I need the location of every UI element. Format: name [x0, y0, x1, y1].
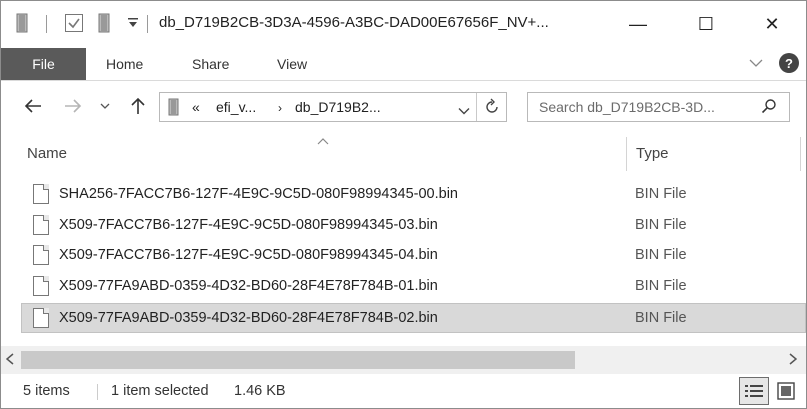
column-header-row: Name Type	[1, 133, 806, 173]
tab-view[interactable]: View	[277, 48, 307, 80]
file-row-selected[interactable]: X509-77FA9ABD-0359-4D32-BD60-28F4E78F784…	[21, 303, 806, 333]
scrollbar-thumb[interactable]	[21, 351, 575, 369]
ribbon: File Home Share View ?	[1, 47, 806, 81]
back-arrow-icon[interactable]	[21, 94, 45, 118]
status-bar: 5 items 1 item selected 1.46 KB	[1, 374, 806, 408]
folder-icon[interactable]	[15, 12, 31, 34]
scroll-left-arrow-icon[interactable]	[5, 353, 14, 368]
file-icon	[33, 308, 49, 328]
tab-file[interactable]: File	[1, 48, 86, 80]
recent-locations-chevron-icon[interactable]	[97, 94, 113, 118]
breadcrumb-overflow[interactable]: «	[192, 99, 200, 115]
search-box[interactable]: Search db_D719B2CB-3D...	[527, 92, 790, 122]
minimize-button[interactable]: —	[615, 1, 661, 47]
horizontal-scrollbar[interactable]	[1, 346, 806, 374]
up-arrow-icon[interactable]	[126, 94, 150, 118]
file-type: BIN File	[635, 186, 687, 202]
file-name: SHA256-7FACC7B6-127F-4E9C-9C5D-080F98994…	[59, 186, 458, 202]
file-icon	[33, 245, 49, 265]
status-size: 1.46 KB	[234, 383, 286, 399]
title-bar: db_D719B2CB-3D3A-4596-A3BC-DAD00E67656F_…	[1, 1, 806, 47]
file-row[interactable]: X509-77FA9ABD-0359-4D32-BD60-28F4E78F784…	[21, 271, 806, 301]
file-icon	[33, 215, 49, 235]
breadcrumb-segment-efi[interactable]: efi_v...	[216, 99, 256, 115]
column-divider[interactable]	[800, 137, 801, 171]
refresh-icon[interactable]	[484, 98, 500, 119]
file-icon	[33, 184, 49, 204]
scroll-right-arrow-icon[interactable]	[789, 353, 798, 368]
breadcrumb-chevron-icon[interactable]: ›	[278, 101, 282, 115]
details-view-icon[interactable]	[739, 377, 769, 405]
file-name: X509-77FA9ABD-0359-4D32-BD60-28F4E78F784…	[59, 278, 438, 294]
search-input[interactable]: Search db_D719B2CB-3D...	[539, 99, 715, 115]
address-divider	[476, 93, 477, 121]
sort-ascending-icon	[317, 134, 329, 148]
properties-icon[interactable]	[63, 12, 85, 34]
status-divider	[97, 384, 98, 400]
file-name: X509-7FACC7B6-127F-4E9C-9C5D-080F9899434…	[59, 247, 438, 263]
tab-home[interactable]: Home	[106, 48, 143, 80]
column-divider[interactable]	[626, 137, 627, 171]
window-title: db_D719B2CB-3D3A-4596-A3BC-DAD00E67656F_…	[159, 14, 549, 31]
expand-ribbon-chevron-icon[interactable]	[749, 55, 763, 71]
file-type: BIN File	[635, 247, 687, 263]
new-folder-icon[interactable]	[97, 12, 113, 34]
title-divider	[147, 15, 148, 33]
address-bar[interactable]: « efi_v... › db_D719B2...	[159, 92, 507, 122]
explorer-window: db_D719B2CB-3D3A-4596-A3BC-DAD00E67656F_…	[0, 0, 807, 409]
file-type: BIN File	[635, 217, 687, 233]
file-row[interactable]: X509-7FACC7B6-127F-4E9C-9C5D-080F9899434…	[21, 240, 806, 270]
close-button[interactable]: ✕	[749, 1, 795, 47]
customize-toolbar-dropdown-icon[interactable]	[125, 12, 141, 34]
tab-share[interactable]: Share	[192, 48, 229, 80]
status-item-count: 5 items	[23, 383, 70, 399]
toolbar-divider	[46, 15, 47, 33]
column-header-name[interactable]: Name	[27, 145, 67, 162]
forward-arrow-icon[interactable]	[61, 94, 85, 118]
file-row[interactable]: SHA256-7FACC7B6-127F-4E9C-9C5D-080F98994…	[21, 179, 806, 209]
status-selection: 1 item selected	[111, 383, 209, 399]
file-row[interactable]: X509-7FACC7B6-127F-4E9C-9C5D-080F9899434…	[21, 210, 806, 240]
maximize-button[interactable]: ☐	[683, 1, 729, 47]
large-icons-view-icon[interactable]	[771, 377, 801, 405]
file-type: BIN File	[635, 278, 687, 294]
navigation-bar: « efi_v... › db_D719B2... Search db_D719…	[1, 81, 806, 133]
breadcrumb-segment-db[interactable]: db_D719B2...	[295, 99, 381, 115]
file-name: X509-7FACC7B6-127F-4E9C-9C5D-080F9899434…	[59, 217, 438, 233]
search-icon[interactable]	[761, 98, 777, 118]
file-icon	[33, 276, 49, 296]
help-icon[interactable]: ?	[779, 53, 799, 73]
file-name: X509-77FA9ABD-0359-4D32-BD60-28F4E78F784…	[59, 310, 438, 326]
address-dropdown-chevron-icon[interactable]	[458, 102, 470, 118]
folder-icon	[168, 98, 180, 119]
file-type: BIN File	[635, 310, 687, 326]
column-header-type[interactable]: Type	[636, 145, 669, 162]
